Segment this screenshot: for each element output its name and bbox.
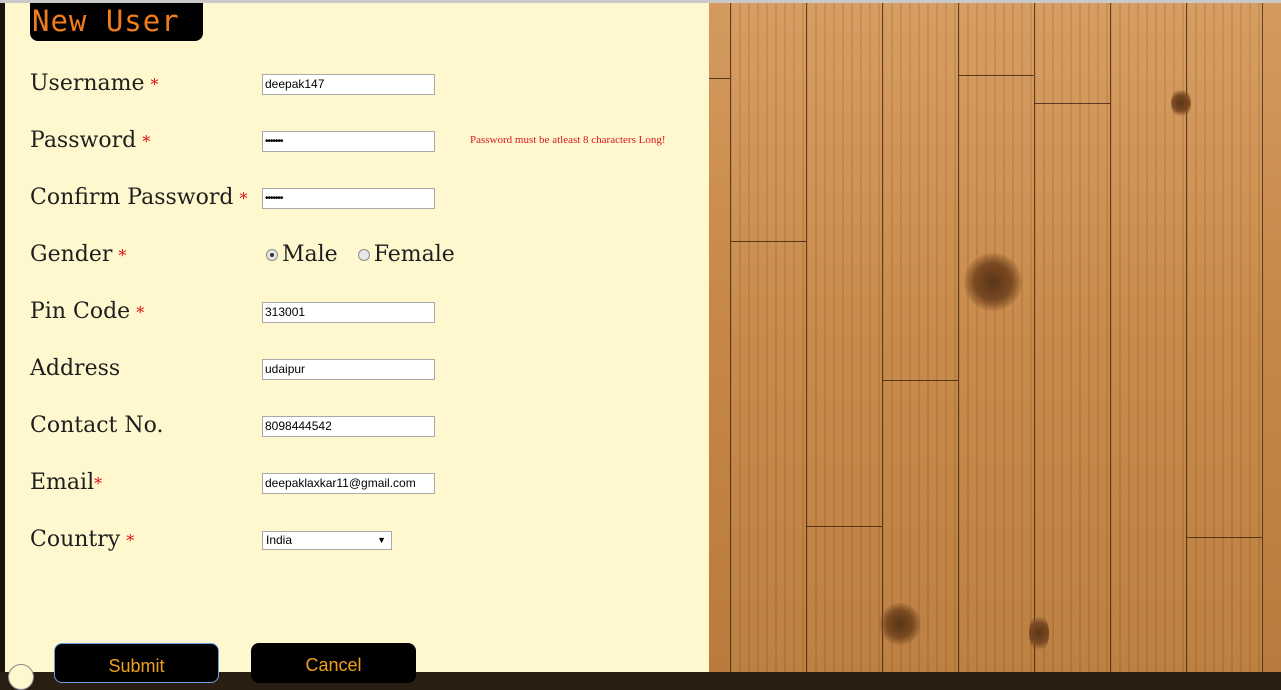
gender-radio-group: Male Female — [266, 242, 475, 267]
gender-label: Gender * — [30, 242, 127, 267]
password-input[interactable]: ••••••• — [262, 131, 435, 152]
required-marker: * — [118, 246, 127, 265]
required-marker: * — [142, 132, 151, 151]
address-label: Address — [30, 356, 121, 381]
password-error-message: Password must be atleast 8 characters Lo… — [470, 134, 666, 146]
gender-option-female[interactable]: Female — [357, 242, 455, 267]
confirm-password-label: Confirm Password * — [30, 185, 248, 210]
password-label: Password * — [30, 128, 151, 153]
required-marker: * — [94, 474, 103, 493]
pin-code-label: Pin Code * — [30, 299, 145, 324]
country-label: Country * — [30, 527, 135, 552]
username-input[interactable]: deepak147 — [262, 74, 435, 95]
contact-no-label: Contact No. — [30, 413, 164, 438]
required-marker: * — [150, 75, 159, 94]
male-label[interactable]: Male — [282, 242, 338, 267]
submit-button[interactable]: Submit — [54, 643, 219, 683]
required-marker: * — [136, 303, 145, 322]
female-radio-button[interactable] — [357, 248, 370, 261]
corner-circle-icon — [8, 664, 34, 690]
pin-code-input[interactable]: 313001 — [262, 302, 435, 323]
gender-option-male[interactable]: Male — [266, 242, 338, 267]
email-input[interactable]: deepaklaxkar11@gmail.com — [262, 473, 435, 494]
dropdown-arrow-icon: ▼ — [377, 535, 386, 545]
country-selected-value: India — [266, 533, 293, 547]
confirm-password-input[interactable]: ••••••• — [262, 188, 435, 209]
contact-no-input[interactable]: 8098444542 — [262, 416, 435, 437]
email-label: Email* — [30, 470, 103, 495]
username-label: Username * — [30, 71, 159, 96]
address-input[interactable]: udaipur — [262, 359, 435, 380]
required-marker: * — [126, 531, 135, 550]
registration-form-panel — [5, 3, 709, 672]
country-select[interactable]: India ▼ — [262, 531, 392, 550]
cancel-button[interactable]: Cancel — [251, 643, 416, 683]
male-radio-button[interactable] — [266, 248, 278, 261]
required-marker: * — [239, 189, 248, 208]
wood-background-image — [709, 3, 1281, 672]
female-label[interactable]: Female — [374, 242, 455, 267]
page-title: New User — [30, 3, 203, 41]
